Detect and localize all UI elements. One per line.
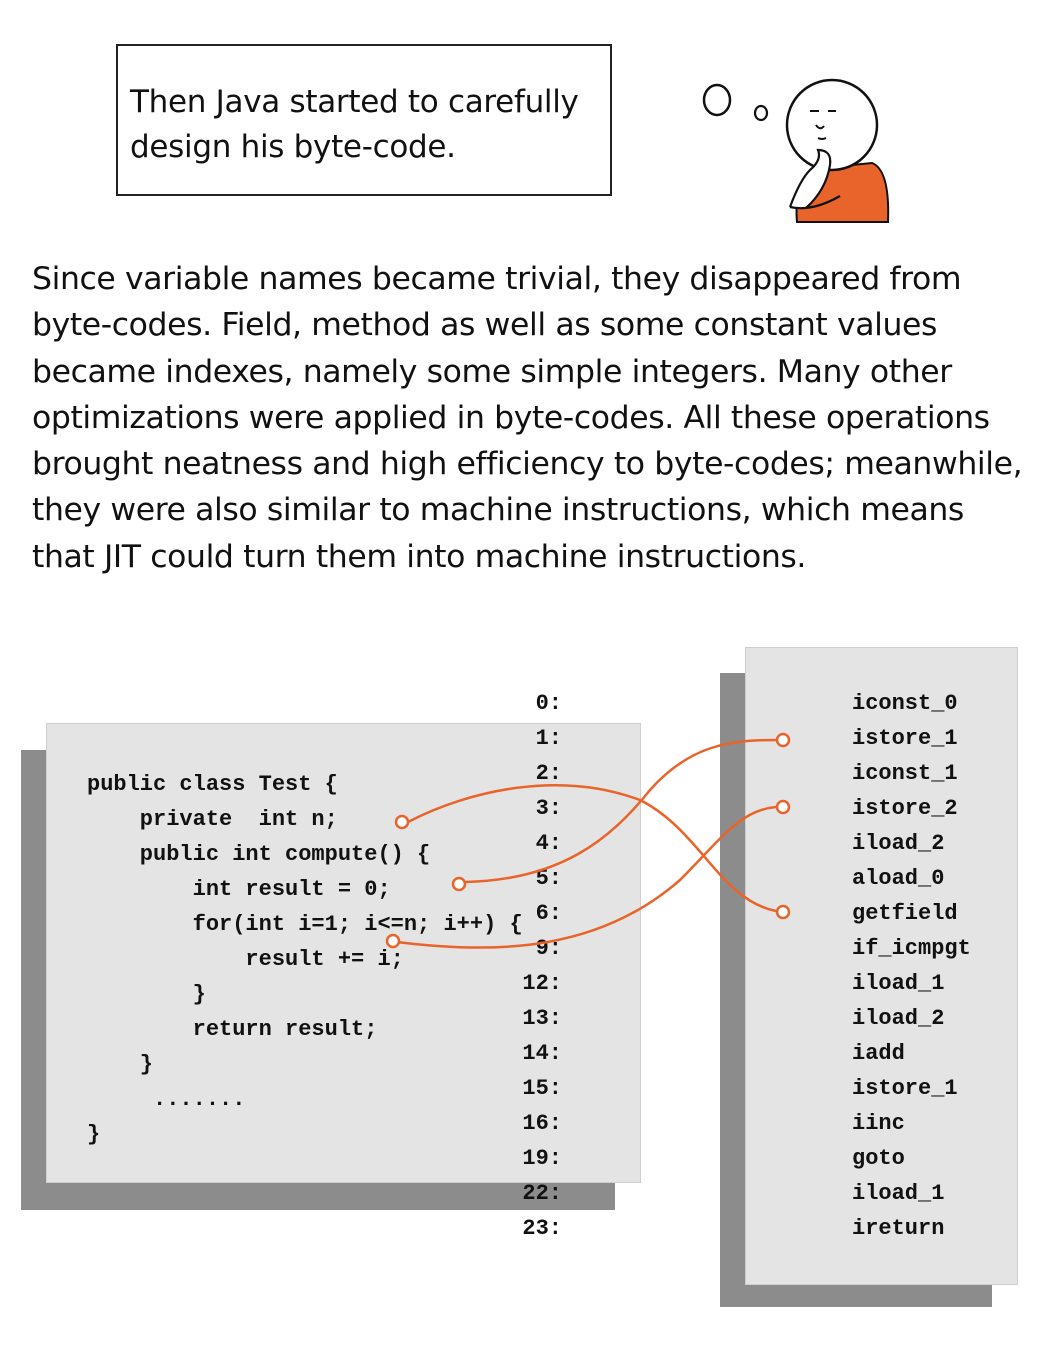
- bytecode-offset: 4:: [535, 831, 562, 856]
- code-line: }: [87, 982, 206, 1007]
- code-line: .......: [87, 1087, 246, 1112]
- bytecode-instruction: iload_1: [852, 1181, 945, 1206]
- bytecode-panel: 0: iconst_0 1: istore_1 2: iconst_1 3: istor…: [522, 647, 1018, 1285]
- code-line: int result = 0;: [87, 877, 391, 902]
- bytecode-instruction: getfield: [852, 901, 958, 926]
- bytecode-instruction: goto: [852, 1146, 905, 1171]
- code-line: public int compute() {: [87, 842, 431, 867]
- character-head: [785, 78, 879, 172]
- bytecode-offset: 1:: [535, 726, 562, 751]
- bytecode-instruction: iconst_1: [852, 761, 958, 786]
- bytecode-instruction: iload_1: [852, 971, 945, 996]
- code-line: }: [87, 1052, 154, 1077]
- explanation-paragraph: Since variable names became trivial, the…: [32, 261, 1023, 575]
- bytecode-instruction: iinc: [852, 1111, 905, 1136]
- code-line: public class Test {: [87, 772, 338, 797]
- code-line: }: [87, 1122, 101, 1147]
- bytecode-instruction: iadd: [852, 1041, 905, 1066]
- bytecode-offset: 0:: [535, 691, 562, 716]
- bytecode-instruction: iload_2: [852, 1006, 945, 1031]
- bytecode-offset: 19:: [522, 1146, 562, 1171]
- bytecode-offset: 2:: [535, 761, 562, 786]
- thought-bubble-large: [702, 83, 732, 117]
- bytecode-instruction: ireturn: [852, 1216, 945, 1241]
- bytecode-offset: 5:: [535, 866, 562, 891]
- bytecode-offset: 14:: [522, 1041, 562, 1066]
- code-line: result += i;: [87, 947, 404, 972]
- bytecode-instruction: if_icmpgt: [852, 936, 971, 961]
- bytecode-offset: 12:: [522, 971, 562, 996]
- bytecode-offset: 13:: [522, 1006, 562, 1031]
- caption-box: Then Java started to carefully design hi…: [116, 44, 612, 196]
- bytecode-offset: 3:: [535, 796, 562, 821]
- code-line: for(int i=1; i<=n; i++) {: [87, 912, 523, 937]
- bytecode-instruction: istore_1: [852, 1076, 958, 1101]
- code-line: private int n;: [87, 807, 338, 832]
- bytecode-instruction: iload_2: [852, 831, 945, 856]
- code-line: return result;: [87, 1017, 378, 1042]
- bytecode-instruction: aload_0: [852, 866, 945, 891]
- thought-bubble-small: [753, 104, 769, 122]
- bytecode-offset: 16:: [522, 1111, 562, 1136]
- bytecode-offset: 6:: [535, 901, 562, 926]
- thinking-character-illustration: [702, 78, 890, 223]
- caption-text: Then Java started to carefully design hi…: [130, 84, 579, 165]
- bytecode-offset: 23:: [522, 1216, 562, 1241]
- bytecode-offset: 22:: [522, 1181, 562, 1206]
- bytecode-instruction: iconst_0: [852, 691, 958, 716]
- character-mouth: [817, 137, 827, 140]
- bytecode-offset: 9:: [535, 936, 562, 961]
- bytecode-instruction: istore_1: [852, 726, 958, 751]
- bytecode-instruction: istore_2: [852, 796, 958, 821]
- bytecode-offset: 15:: [522, 1076, 562, 1101]
